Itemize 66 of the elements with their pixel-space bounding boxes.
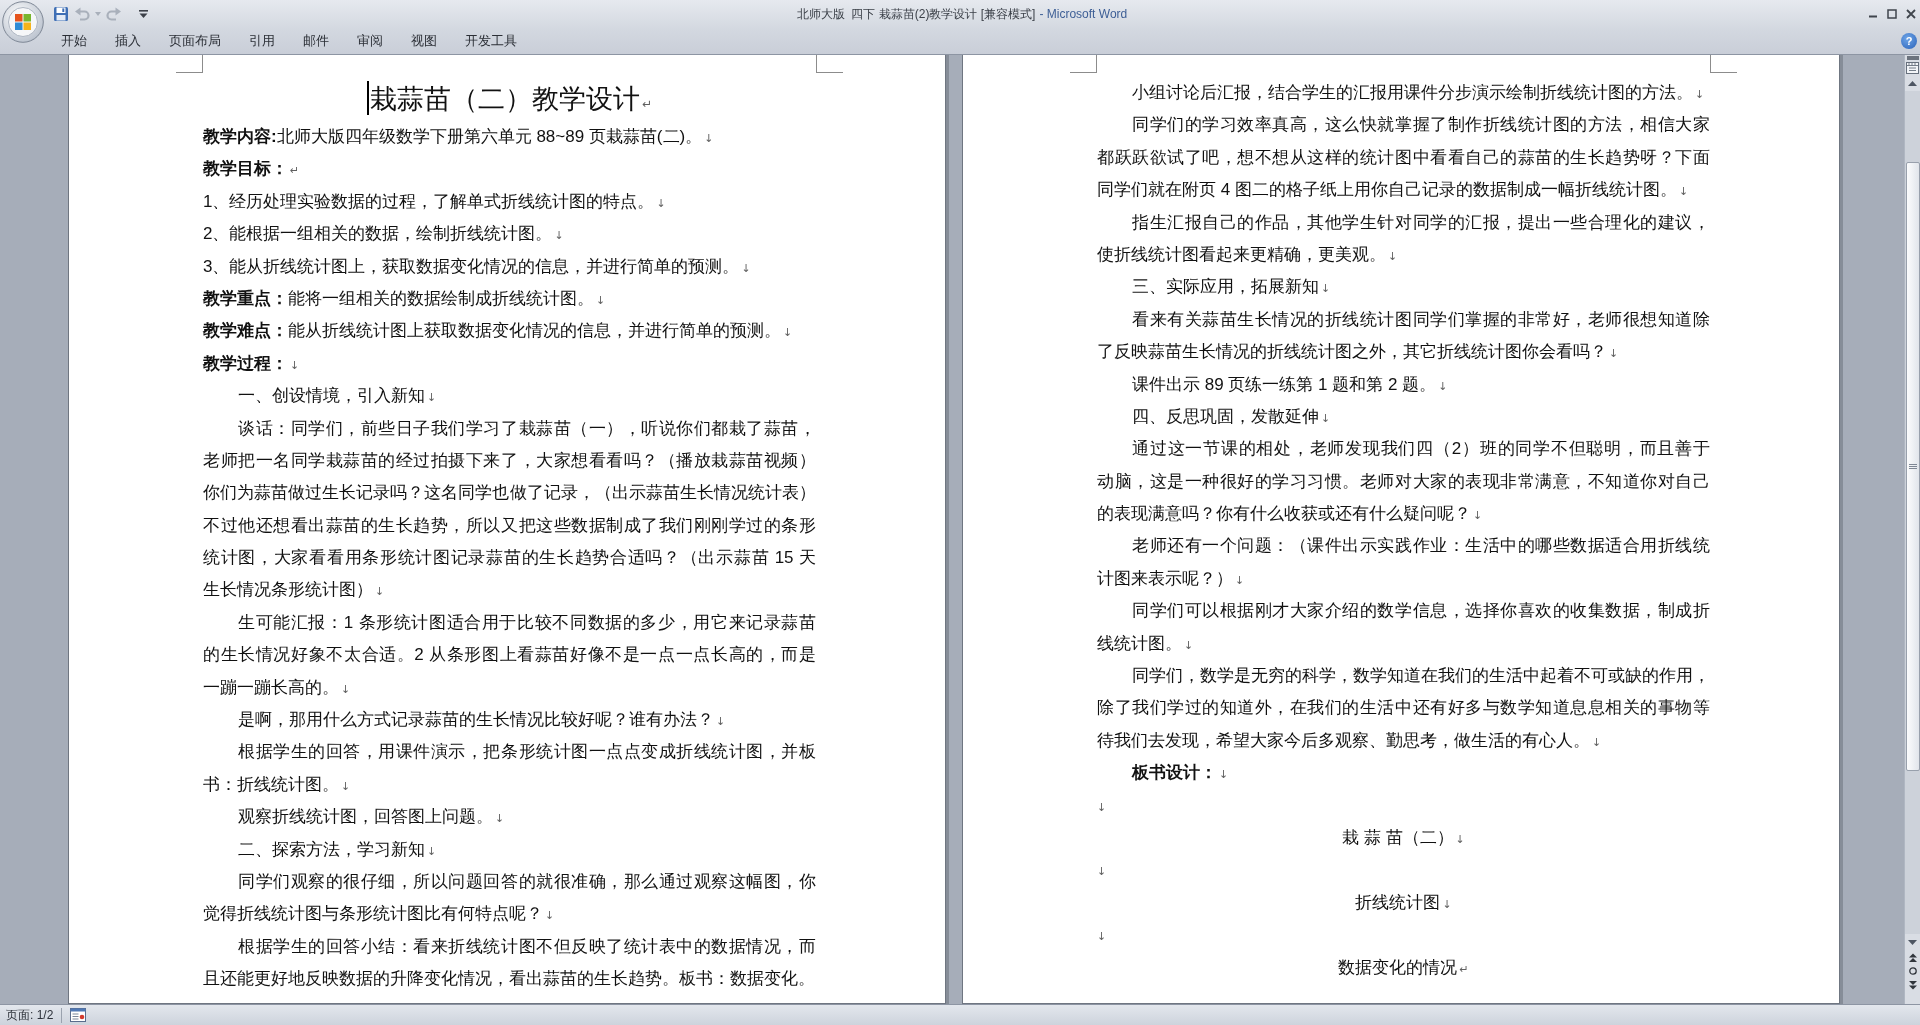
margin-corner-mark <box>176 55 203 73</box>
ribbon-tab[interactable]: 页面布局 <box>155 29 235 52</box>
paragraph: 老师还有一个问题：（课件出示实践作业：生活中的哪些数据适合用折线统 计图来表示呢？）↓ <box>1097 535 1710 590</box>
grip-icon <box>1908 463 1917 470</box>
margin-corner-mark <box>816 55 843 73</box>
margin-corner-mark <box>1710 55 1737 73</box>
paragraph: 生可能汇报：1 条形统计图适合用于比较不同数据的多少，用它来记录蒜苗 的生长情况好象不太合适。2 从条形图上看蒜苗好像不是一点一点长高的，而是 一蹦一蹦长高的。↓ <box>203 611 816 699</box>
up-arrow-icon[interactable] <box>1908 80 1917 86</box>
paragraph: 根据学生的回答，用课件演示，把条形统计图一点点变成折线统计图，并板 书：折线统计图。↓ <box>203 741 816 796</box>
ribbon-tab[interactable]: 审阅 <box>343 29 397 52</box>
window-title: 北师大版 四下 栽蒜苗(2)教学设计 [兼容模式] <box>796 6 1036 21</box>
caret-icon[interactable] <box>139 9 148 18</box>
paragraph: 是啊，那用什么方式记录蒜苗的生长情况比较好呢？谁有办法？↓ <box>238 709 726 732</box>
paragraph: 同学们可以根据刚才大家介绍的数学信息，选择你喜欢的收集数据，制成折 线统计图。↓ <box>1097 600 1710 655</box>
paragraph: 根据学生的回答小结：看来折线统计图不但反映了统计表中的数据情况，而 且还能更好地反映数据的升降变化情况，看出蒜苗的生长趋势。板书：数据变化。 <box>203 935 816 991</box>
paragraph: 二、探索方法，学习新知↓ <box>238 838 437 861</box>
heading: 教学过程：↓ <box>203 352 300 375</box>
line-break-mark: ↓ <box>1097 930 1107 944</box>
down-arrow-icon[interactable] <box>1908 939 1917 945</box>
paragraph: 教学内容:北师大版四年级数学下册第六单元 88~89 页栽蒜苗(二)。↓ <box>203 126 714 148</box>
page-indicator[interactable]: 页面: 1/2 <box>6 1006 54 1024</box>
ruler-icon[interactable] <box>1906 61 1919 74</box>
heading: 教学目标：↵ <box>203 158 300 181</box>
maximize-icon[interactable] <box>1887 8 1897 19</box>
sheet-icon[interactable] <box>70 1008 87 1022</box>
paragraph: 同学们观察的很仔细，所以问题回答的就很准确，那么通过观察这幅图，你 觉得折线统计图与条形统计图比有何特点呢？↓ <box>203 871 816 926</box>
paragraph: 教学重点：能将一组相关的数据绘制成折线统计图。↓ <box>203 287 606 310</box>
close-icon[interactable] <box>1906 8 1916 19</box>
paragraph: 3、能从折线统计图上，获取数据变化情况的信息，并进行简单的预测。↓ <box>203 255 751 278</box>
paragraph: 课件出示 89 页练一练第 1 题和第 2 题。↓ <box>1132 373 1448 396</box>
ribbon-tab[interactable]: 引用 <box>235 29 289 52</box>
paragraph: 一、创设情境，引入新知↓ <box>238 385 437 408</box>
split-handle[interactable] <box>1906 56 1919 60</box>
line-break-mark: ↓ <box>1097 865 1107 879</box>
centered-line: 数据变化的情况↵ <box>1338 956 1469 979</box>
paragraph: 三、实际应用，拓展新知↓ <box>1132 276 1331 299</box>
paragraph: 同学们，数学是无穷的科学，数学知道在我们的生活中起着不可或缺的作用， 除了我们学过的知道外，在我们的生活中还有好多与数学知道息息相关的事物等 待我们去发现，希望大家今后多观察、勤思考，做生活的有心人。↓ <box>1097 665 1710 752</box>
paragraph: 教学难点：能从折线统计图上获取数据变化情况的信息，并进行简单的预测。↓ <box>203 320 793 343</box>
save-icon[interactable] <box>53 5 69 22</box>
double-down-arrow-icon[interactable] <box>1908 980 1917 990</box>
circle-icon[interactable] <box>1908 967 1917 975</box>
paragraph: 通过这一节课的相处，老师发现我们四（2）班的同学不但聪明，而且善于 动脑，这是一种很好的学习习惯。老师对大家的表现非常满意，不知道你对自己 的表现满意吗？你有什么收获或还有什么疑问呢？↓ <box>1097 438 1710 526</box>
app-name: - Microsoft Word <box>1039 6 1128 21</box>
ribbon-tab[interactable]: 开始 <box>47 29 101 52</box>
heading: 板书设计：↓ <box>1132 762 1229 785</box>
margin-corner-mark <box>1070 55 1097 73</box>
paragraph: 看来有关蒜苗生长情况的折线统计图同学们掌握的非常好，老师很想知道除 了反映蒜苗生长情况的折线统计图之外，其它折线统计图你会看吗？↓ <box>1097 308 1710 364</box>
scrollbar-thumb[interactable] <box>1905 162 1920 771</box>
ribbon-tab[interactable]: 邮件 <box>289 29 343 52</box>
paragraph: 1、经历处理实验数据的过程，了解单式折线统计图的特点。↓ <box>203 190 666 213</box>
document-title: 栽蒜苗（二）教学设计↵ <box>369 84 653 114</box>
paragraph: 谈话：同学们，前些日子我们学习了栽蒜苗（一），听说你们都栽了蒜苗， 老师把一名同学栽蒜苗的经过拍摄下来了，大家想看看吗？（播放栽蒜苗视频） 你们为蒜苗做过生长记录吗？这名同学也做了记录，（出示蒜苗生长情况统计表） 不过他还想看出蒜苗的生长趋势，所以又把这些数据制成了我们刚刚学过的条形 统计图，大家看看用条形统计图记录蒜苗的生长趋势合适吗？（出示蒜苗 15 天 生长情况条形统计图）↓ <box>203 417 816 602</box>
paragraph: 同学们的学习效率真高，这么快就掌握了制作折线统计图的方法，相信大家 都跃跃欲试了吧，想不想从这样的统计图中看看自己的蒜苗的生长趋势呀？下面 同学们就在附页 4 图二的格子纸上用你自己记录的数据制成一幅折线统计图。↓ <box>1097 114 1710 202</box>
centered-line: 折线统计图↓ <box>1355 891 1452 914</box>
paragraph: 观察折线统计图，回答图上问题。↓ <box>238 806 505 829</box>
paragraph: 四、反思巩固，发散延伸↓ <box>1132 405 1331 428</box>
double-up-arrow-icon[interactable] <box>1908 952 1917 962</box>
line-break-mark: ↓ <box>1097 800 1107 814</box>
ribbon-tab[interactable]: 视图 <box>397 29 451 52</box>
paragraph: 2、能根据一组相关的数据，绘制折线统计图。↓ <box>203 223 564 246</box>
ribbon-tab[interactable]: 插入 <box>101 29 155 52</box>
centered-line: 栽 蒜 苗（二）↓ <box>1342 827 1465 849</box>
logo-icon[interactable] <box>2 1 44 43</box>
ribbon-tab[interactable]: 开发工具 <box>451 29 531 52</box>
paragraph: 小组讨论后汇报，结合学生的汇报用课件分步演示绘制折线统计图的方法。↓ <box>1132 82 1705 104</box>
paragraph: 指生汇报自己的作品，其他学生针对同学的汇报，提出一些合理化的建议， 使折线统计图看起来更精确，更美观。↓ <box>1097 211 1710 266</box>
